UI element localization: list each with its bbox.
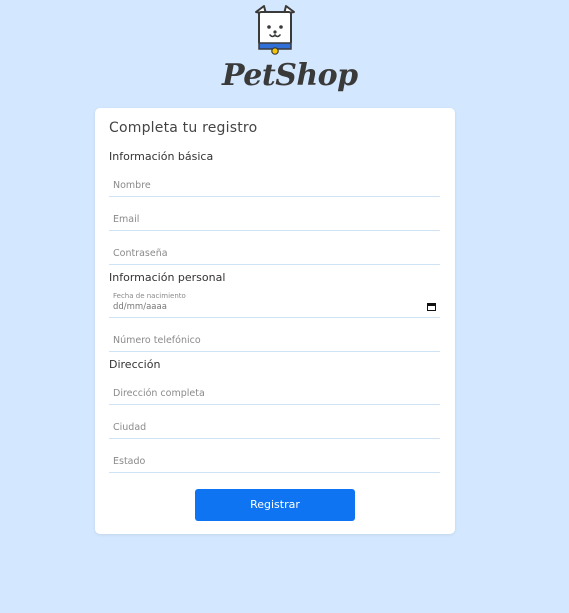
password-placeholder: Contraseña xyxy=(113,248,168,259)
section-address-title: Dirección xyxy=(109,358,161,371)
password-field[interactable]: Contraseña xyxy=(109,242,440,265)
birthdate-label: Fecha de nacimiento xyxy=(113,292,186,300)
section-basic-title: Información básica xyxy=(109,150,214,163)
email-placeholder: Email xyxy=(113,214,140,225)
nombre-field[interactable]: Nombre xyxy=(109,174,440,197)
city-field[interactable]: Ciudad xyxy=(109,416,440,439)
birthdate-value: dd/mm/aaaa xyxy=(113,302,167,312)
nombre-placeholder: Nombre xyxy=(113,180,151,191)
dog-box-icon xyxy=(255,5,295,55)
city-placeholder: Ciudad xyxy=(113,422,147,433)
address-field[interactable]: Dirección completa xyxy=(109,382,440,405)
phone-field[interactable]: Número telefónico xyxy=(109,329,440,352)
birthdate-field[interactable]: Fecha de nacimiento dd/mm/aaaa xyxy=(109,292,440,318)
registration-card: Completa tu registro Información básica … xyxy=(95,108,455,534)
logo-area: PetShop xyxy=(0,0,569,106)
state-field[interactable]: Estado xyxy=(109,450,440,473)
form-title: Completa tu registro xyxy=(109,120,258,136)
brand-name: PetShop xyxy=(222,58,358,93)
state-placeholder: Estado xyxy=(113,456,146,467)
address-placeholder: Dirección completa xyxy=(113,388,205,399)
phone-placeholder: Número telefónico xyxy=(113,335,201,346)
calendar-icon[interactable] xyxy=(427,303,436,311)
section-personal-title: Información personal xyxy=(109,271,226,284)
email-field[interactable]: Email xyxy=(109,208,440,231)
register-button[interactable]: Registrar xyxy=(195,489,355,521)
